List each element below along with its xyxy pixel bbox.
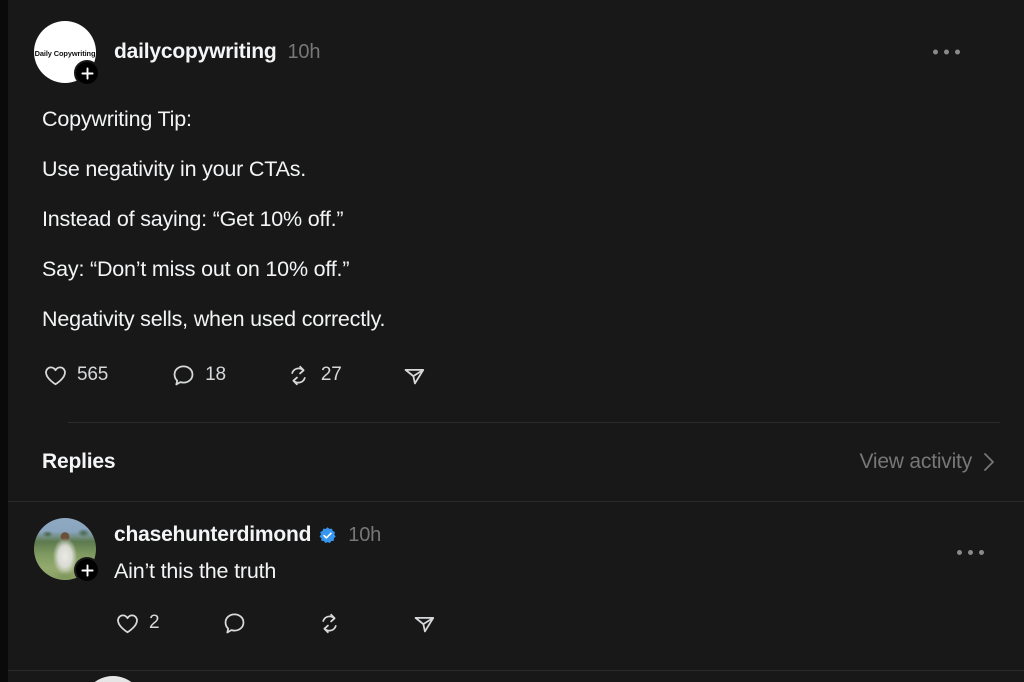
repost-count: 27	[320, 364, 342, 385]
post-divider	[68, 422, 1000, 423]
comment-icon	[170, 362, 196, 388]
heart-icon	[114, 610, 140, 636]
post-timestamp: 10h	[287, 40, 321, 63]
verified-badge-icon	[318, 526, 337, 545]
view-activity-link[interactable]: View activity	[859, 450, 996, 474]
replies-title: Replies	[42, 450, 116, 473]
avatar-logo-text: Daily Copywriting	[34, 48, 96, 58]
reply-action-bar: 2	[114, 584, 1000, 640]
reply-avatar-wrap[interactable]	[34, 518, 100, 640]
post-line: Use negativity in your CTAs.	[42, 157, 307, 181]
dot	[933, 49, 938, 55]
comment-button[interactable]: 18	[170, 358, 226, 392]
share-icon	[411, 610, 437, 636]
comment-count: 18	[205, 364, 226, 385]
post-header: Daily Copywriting dailycopywriting 10h	[34, 18, 1000, 86]
reply-container: chasehunterdimond 10h Ain’t this the tru…	[8, 502, 1024, 640]
plus-icon[interactable]	[74, 60, 100, 86]
dot	[944, 49, 949, 55]
replies-header: Replies View activity	[8, 423, 1024, 501]
reply-avatar-inner[interactable]	[34, 518, 100, 583]
more-options-icon[interactable]	[947, 540, 994, 565]
reply-like-button[interactable]: 2	[114, 606, 160, 640]
reply-text: Ain’t this the truth	[114, 559, 277, 583]
reply-comment-button[interactable]	[221, 606, 256, 640]
reply-repost-button[interactable]	[316, 606, 351, 640]
reply-main: chasehunterdimond 10h Ain’t this the tru…	[114, 518, 1000, 640]
repost-icon	[286, 362, 312, 388]
reply-timestamp: 10h	[348, 523, 382, 546]
view-activity-label: View activity	[859, 450, 972, 473]
reply-author-line: chasehunterdimond 10h	[114, 518, 1000, 552]
dot	[979, 550, 984, 555]
like-button[interactable]: 565	[42, 358, 108, 392]
reply-username[interactable]: chasehunterdimond	[114, 523, 311, 547]
post-author-line: dailycopywriting 10h	[114, 40, 320, 64]
post-line: Negativity sells, when used correctly.	[42, 307, 386, 331]
share-icon	[402, 362, 428, 388]
reply-like-count: 2	[149, 612, 160, 633]
post-avatar-wrap[interactable]: Daily Copywriting	[34, 21, 100, 86]
post-action-bar: 565 18 27	[34, 344, 1000, 392]
like-count: 565	[77, 364, 109, 385]
next-item-divider	[8, 670, 1024, 671]
dot	[955, 49, 960, 55]
chevron-right-icon	[982, 451, 996, 473]
heart-icon	[42, 362, 68, 388]
next-item-avatar[interactable]	[82, 676, 144, 682]
post-container: Daily Copywriting dailycopywriting 10h C…	[8, 0, 1024, 423]
post-body: Copywriting Tip: Use negativity in your …	[34, 86, 1000, 344]
repost-icon	[316, 610, 342, 636]
thread-post-view: Daily Copywriting dailycopywriting 10h C…	[0, 0, 1024, 682]
post-line: Copywriting Tip:	[42, 107, 192, 131]
post-line: Instead of saying: “Get 10% off.”	[42, 207, 344, 231]
repost-button[interactable]: 27	[286, 358, 342, 392]
dot	[968, 550, 973, 555]
more-options-icon[interactable]	[923, 40, 970, 65]
comment-icon	[221, 610, 247, 636]
dot	[957, 550, 962, 555]
reply-share-button[interactable]	[411, 606, 446, 640]
post-line: Say: “Don’t miss out on 10% off.”	[42, 257, 350, 281]
plus-icon[interactable]	[74, 557, 100, 583]
share-button[interactable]	[402, 358, 437, 392]
post-username[interactable]: dailycopywriting	[114, 40, 277, 64]
